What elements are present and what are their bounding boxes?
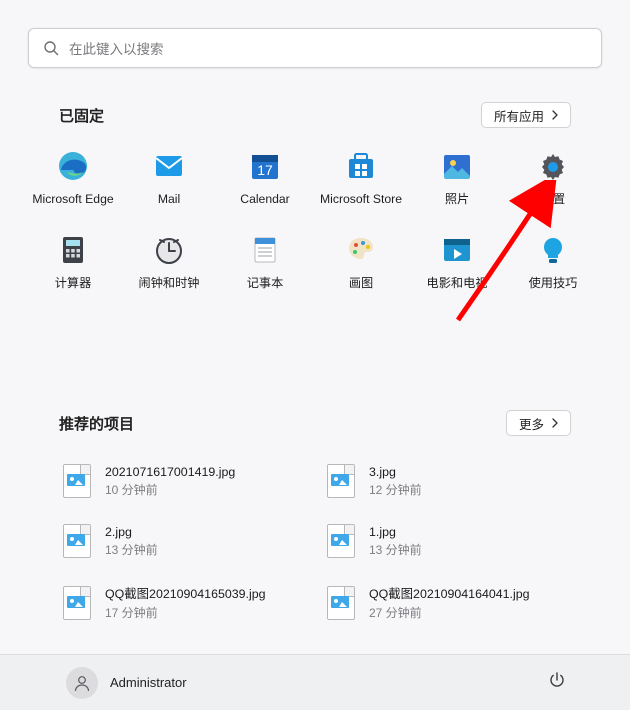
file-time: 27 分钟前 — [369, 604, 530, 621]
app-label: Calendar — [240, 192, 289, 206]
power-icon — [548, 671, 566, 694]
photos-icon — [441, 150, 473, 182]
app-tile-notepad[interactable]: 记事本 — [217, 226, 313, 300]
app-tile-edge[interactable]: Microsoft Edge — [25, 142, 121, 216]
recommended-item[interactable]: 1.jpg 13 分钟前 — [323, 522, 571, 560]
file-name: QQ截图20210904165039.jpg — [105, 584, 266, 602]
recommended-item[interactable]: 2021071617001419.jpg 10 分钟前 — [59, 462, 307, 500]
pinned-apps-grid: Microsoft Edge Mail 17 Calendar Microsoft St… — [25, 142, 605, 300]
search-input[interactable]: 在此键入以搜索 — [28, 28, 602, 68]
all-apps-label: 所有应用 — [494, 106, 544, 125]
user-name: Administrator — [110, 675, 187, 690]
app-tile-mail[interactable]: Mail — [121, 142, 217, 216]
mail-icon — [153, 150, 185, 182]
app-tile-movies[interactable]: 电影和电视 — [409, 226, 505, 300]
file-name: QQ截图20210904164041.jpg — [369, 584, 530, 602]
app-label: 电影和电视 — [427, 276, 488, 290]
store-icon — [345, 150, 377, 182]
image-file-icon — [327, 464, 355, 498]
image-file-icon — [63, 586, 91, 620]
app-label: 闹钟和时钟 — [139, 276, 200, 290]
image-file-icon — [63, 524, 91, 558]
more-label: 更多 — [519, 414, 544, 433]
pinned-section-header: 已固定 所有应用 — [59, 102, 571, 128]
chevron-right-icon — [548, 108, 562, 122]
file-name: 2021071617001419.jpg — [105, 465, 235, 479]
app-tile-calc[interactable]: 计算器 — [25, 226, 121, 300]
file-name: 1.jpg — [369, 525, 422, 539]
app-label: 画图 — [349, 276, 373, 290]
app-tile-calendar[interactable]: 17 Calendar — [217, 142, 313, 216]
app-label: Mail — [158, 192, 180, 206]
recommended-grid: 2021071617001419.jpg 10 分钟前 3.jpg 12 分钟前 2.j… — [59, 462, 571, 623]
app-tile-photos[interactable]: 照片 — [409, 142, 505, 216]
image-file-icon — [63, 464, 91, 498]
recommended-item[interactable]: 2.jpg 13 分钟前 — [59, 522, 307, 560]
all-apps-button[interactable]: 所有应用 — [481, 102, 571, 128]
app-label: 设置 — [541, 192, 565, 206]
chevron-right-icon — [548, 416, 562, 430]
app-tile-settings[interactable]: 设置 — [505, 142, 601, 216]
tips-icon — [537, 234, 569, 266]
file-time: 17 分钟前 — [105, 604, 266, 621]
search-icon — [43, 40, 59, 56]
app-tile-paint[interactable]: 画图 — [313, 226, 409, 300]
recommended-title: 推荐的项目 — [59, 413, 134, 434]
clock-icon — [153, 234, 185, 266]
app-label: 使用技巧 — [529, 276, 578, 290]
file-time: 13 分钟前 — [105, 541, 158, 558]
user-account-button[interactable]: Administrator — [56, 661, 197, 705]
image-file-icon — [327, 586, 355, 620]
file-name: 2.jpg — [105, 525, 158, 539]
svg-text:17: 17 — [257, 162, 273, 178]
app-label: 记事本 — [247, 276, 284, 290]
image-file-icon — [327, 524, 355, 558]
file-time: 10 分钟前 — [105, 481, 235, 498]
movies-icon — [441, 234, 473, 266]
pinned-title: 已固定 — [59, 105, 104, 126]
app-tile-clock[interactable]: 闹钟和时钟 — [121, 226, 217, 300]
recommended-item[interactable]: 3.jpg 12 分钟前 — [323, 462, 571, 500]
recommended-item[interactable]: QQ截图20210904165039.jpg 17 分钟前 — [59, 582, 307, 623]
file-time: 13 分钟前 — [369, 541, 422, 558]
recommended-section-header: 推荐的项目 更多 — [59, 410, 571, 436]
file-name: 3.jpg — [369, 465, 422, 479]
settings-icon — [537, 150, 569, 182]
start-menu: 在此键入以搜索 已固定 所有应用 Microsoft Edge Mail 17 Cal… — [0, 0, 630, 710]
calc-icon — [57, 234, 89, 266]
power-button[interactable] — [540, 666, 574, 700]
app-tile-store[interactable]: Microsoft Store — [313, 142, 409, 216]
bottom-bar: Administrator — [0, 654, 630, 710]
calendar-icon: 17 — [249, 150, 281, 182]
more-button[interactable]: 更多 — [506, 410, 571, 436]
app-label: 计算器 — [55, 276, 92, 290]
recommended-item[interactable]: QQ截图20210904164041.jpg 27 分钟前 — [323, 582, 571, 623]
app-tile-tips[interactable]: 使用技巧 — [505, 226, 601, 300]
app-label: 照片 — [445, 192, 469, 206]
avatar — [66, 667, 98, 699]
app-label: Microsoft Store — [320, 192, 402, 206]
paint-icon — [345, 234, 377, 266]
search-placeholder: 在此键入以搜索 — [69, 38, 164, 58]
app-label: Microsoft Edge — [32, 192, 113, 206]
edge-icon — [57, 150, 89, 182]
file-time: 12 分钟前 — [369, 481, 422, 498]
notepad-icon — [249, 234, 281, 266]
